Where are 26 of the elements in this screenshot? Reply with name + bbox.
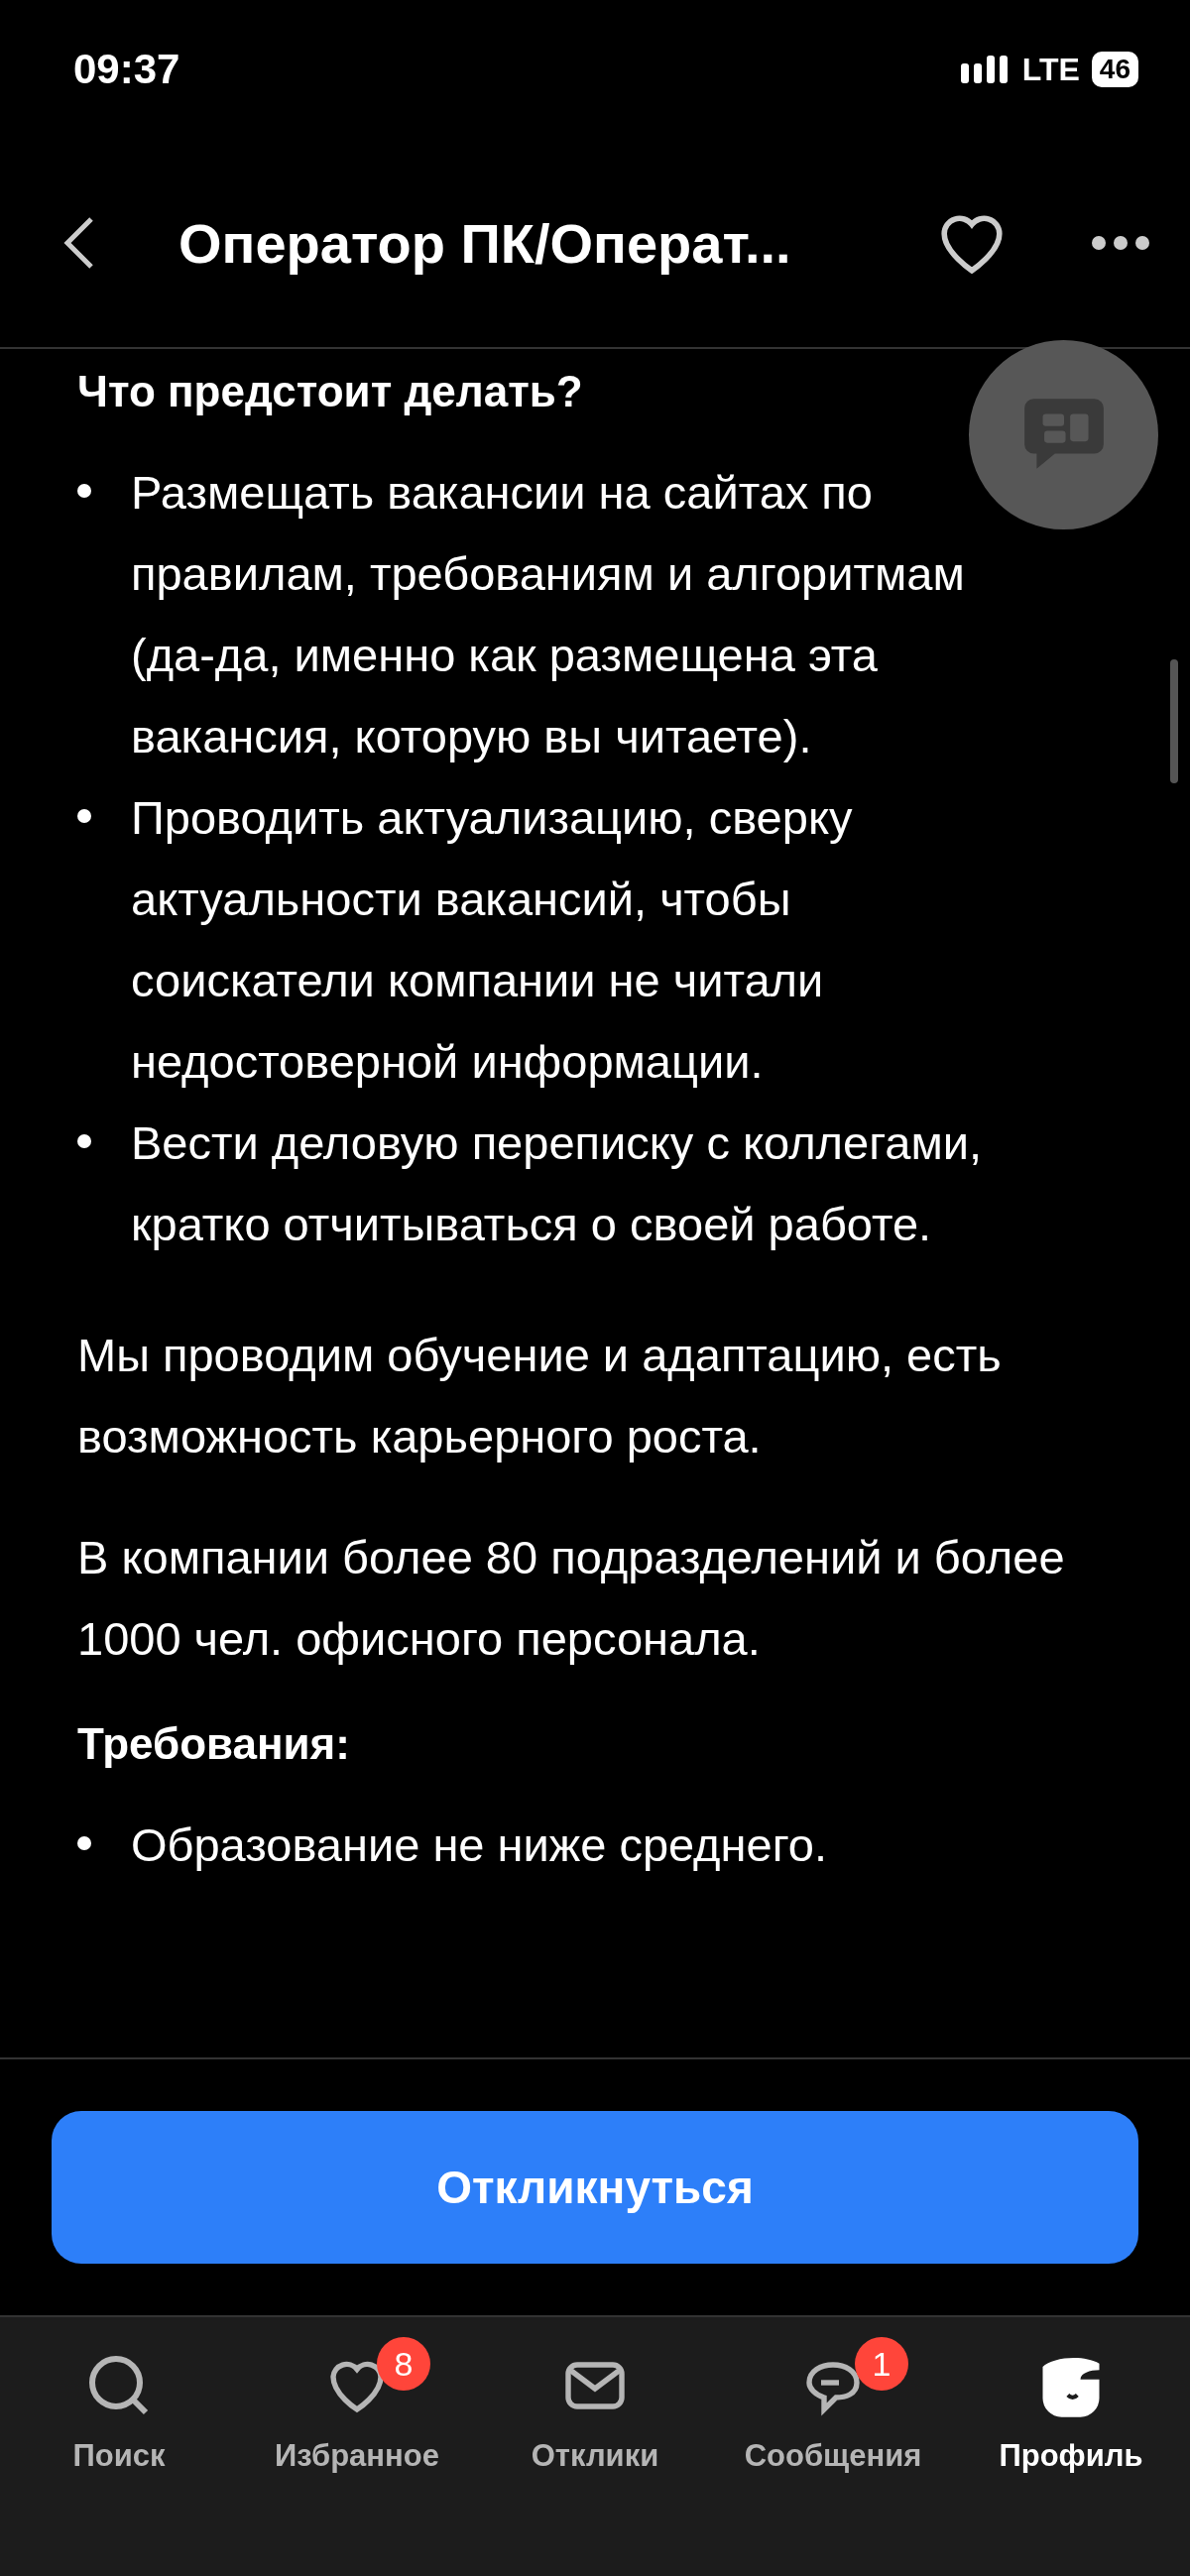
apply-button[interactable]: Откликнуться — [52, 2111, 1138, 2264]
list-item-text: Образование не ниже среднего. — [131, 1817, 828, 1873]
list-item-text: Размещать вакансии на сайтах по правилам, требованиям и алгоритмам (да-да, именно как размещена эта вакансия, которую вы читаете). — [131, 465, 966, 764]
tab-bar-item[interactable]: 8 Избранное — [248, 2329, 466, 2474]
bullet — [77, 1134, 91, 1148]
paragraph: Мы проводим обучение и адаптацию, есть возможность карьерного роста. — [77, 1328, 1003, 1464]
tab-bar-item[interactable]: Отклики — [486, 2329, 704, 2474]
section-heading: Что предстоит делать? — [77, 367, 584, 416]
section-heading: Требования: — [77, 1719, 351, 1769]
status-time: 09:37 — [73, 46, 180, 93]
list-item-text: Проводить актуализацию, сверку актуальности вакансий, чтобы соискатели компании не читали недостоверной информации. — [131, 790, 854, 1090]
count-badge: 8 — [377, 2337, 430, 2391]
tab-bar-item[interactable]: Профиль — [962, 2329, 1180, 2474]
list-item-text: Вести деловую переписку с коллегами, кратко отчитываться о своей работе. — [131, 1115, 983, 1252]
bullet — [77, 1836, 91, 1850]
network-type: LTE — [1021, 51, 1080, 88]
paragraph: В компании более 80 подразделений и более 1000 чел. офисного персонала. — [77, 1530, 1066, 1667]
vacancy-title: Оператор ПК/Операт... — [178, 210, 792, 276]
bullet — [77, 484, 91, 498]
bullet — [77, 809, 91, 823]
battery-level: 46 — [1091, 52, 1138, 87]
signal-icon — [960, 56, 1011, 83]
tab-bar-item[interactable]: 1 Сообщения — [724, 2329, 942, 2474]
more-button[interactable] — [1091, 235, 1150, 251]
count-badge: 1 — [855, 2337, 908, 2391]
tab-bar-item[interactable]: Поиск — [10, 2329, 228, 2474]
